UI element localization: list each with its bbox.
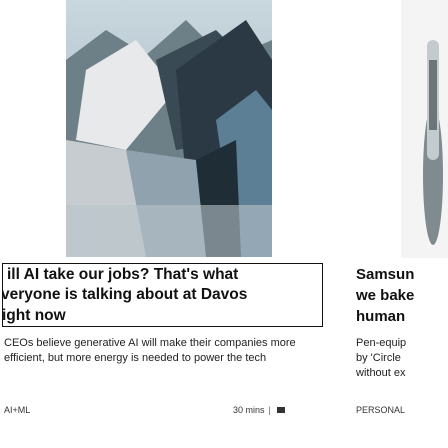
side-title-line-1: Samsun <box>356 266 415 283</box>
side-article-title[interactable]: Samsun we bake human <box>356 264 448 327</box>
side-desc-line-2: by 'Circle <box>356 352 401 364</box>
read-time-value: 30 mins <box>233 405 265 415</box>
side-desc-line-3: without ex <box>356 367 406 379</box>
side-title-line-3: human <box>356 308 406 325</box>
article-hero-image[interactable] <box>66 0 272 257</box>
side-article-description: Pen-equip by 'Circle without ex <box>356 336 448 381</box>
headline-line-3: ight now <box>2 307 66 324</box>
side-title-line-2: we bake <box>356 287 415 304</box>
bookmark-icon[interactable] <box>276 407 285 413</box>
meta-separator: | <box>268 405 271 415</box>
headline-line-1: ill AI take our jobs? That's what <box>7 266 239 283</box>
headline-line-2: veryone is talking about at Davos <box>2 286 248 303</box>
category-tag[interactable]: AI+ML <box>4 405 30 415</box>
article-description: CEOs believe generative AI will make the… <box>4 337 296 364</box>
article-headline[interactable]: ill AI take our jobs? That's what veryon… <box>2 263 323 327</box>
side-category-tag[interactable]: PERSONAL <box>356 405 405 415</box>
read-time: 30 mins | <box>233 405 285 415</box>
side-article-image[interactable] <box>341 0 448 258</box>
side-desc-line-1: Pen-equip <box>356 337 407 349</box>
